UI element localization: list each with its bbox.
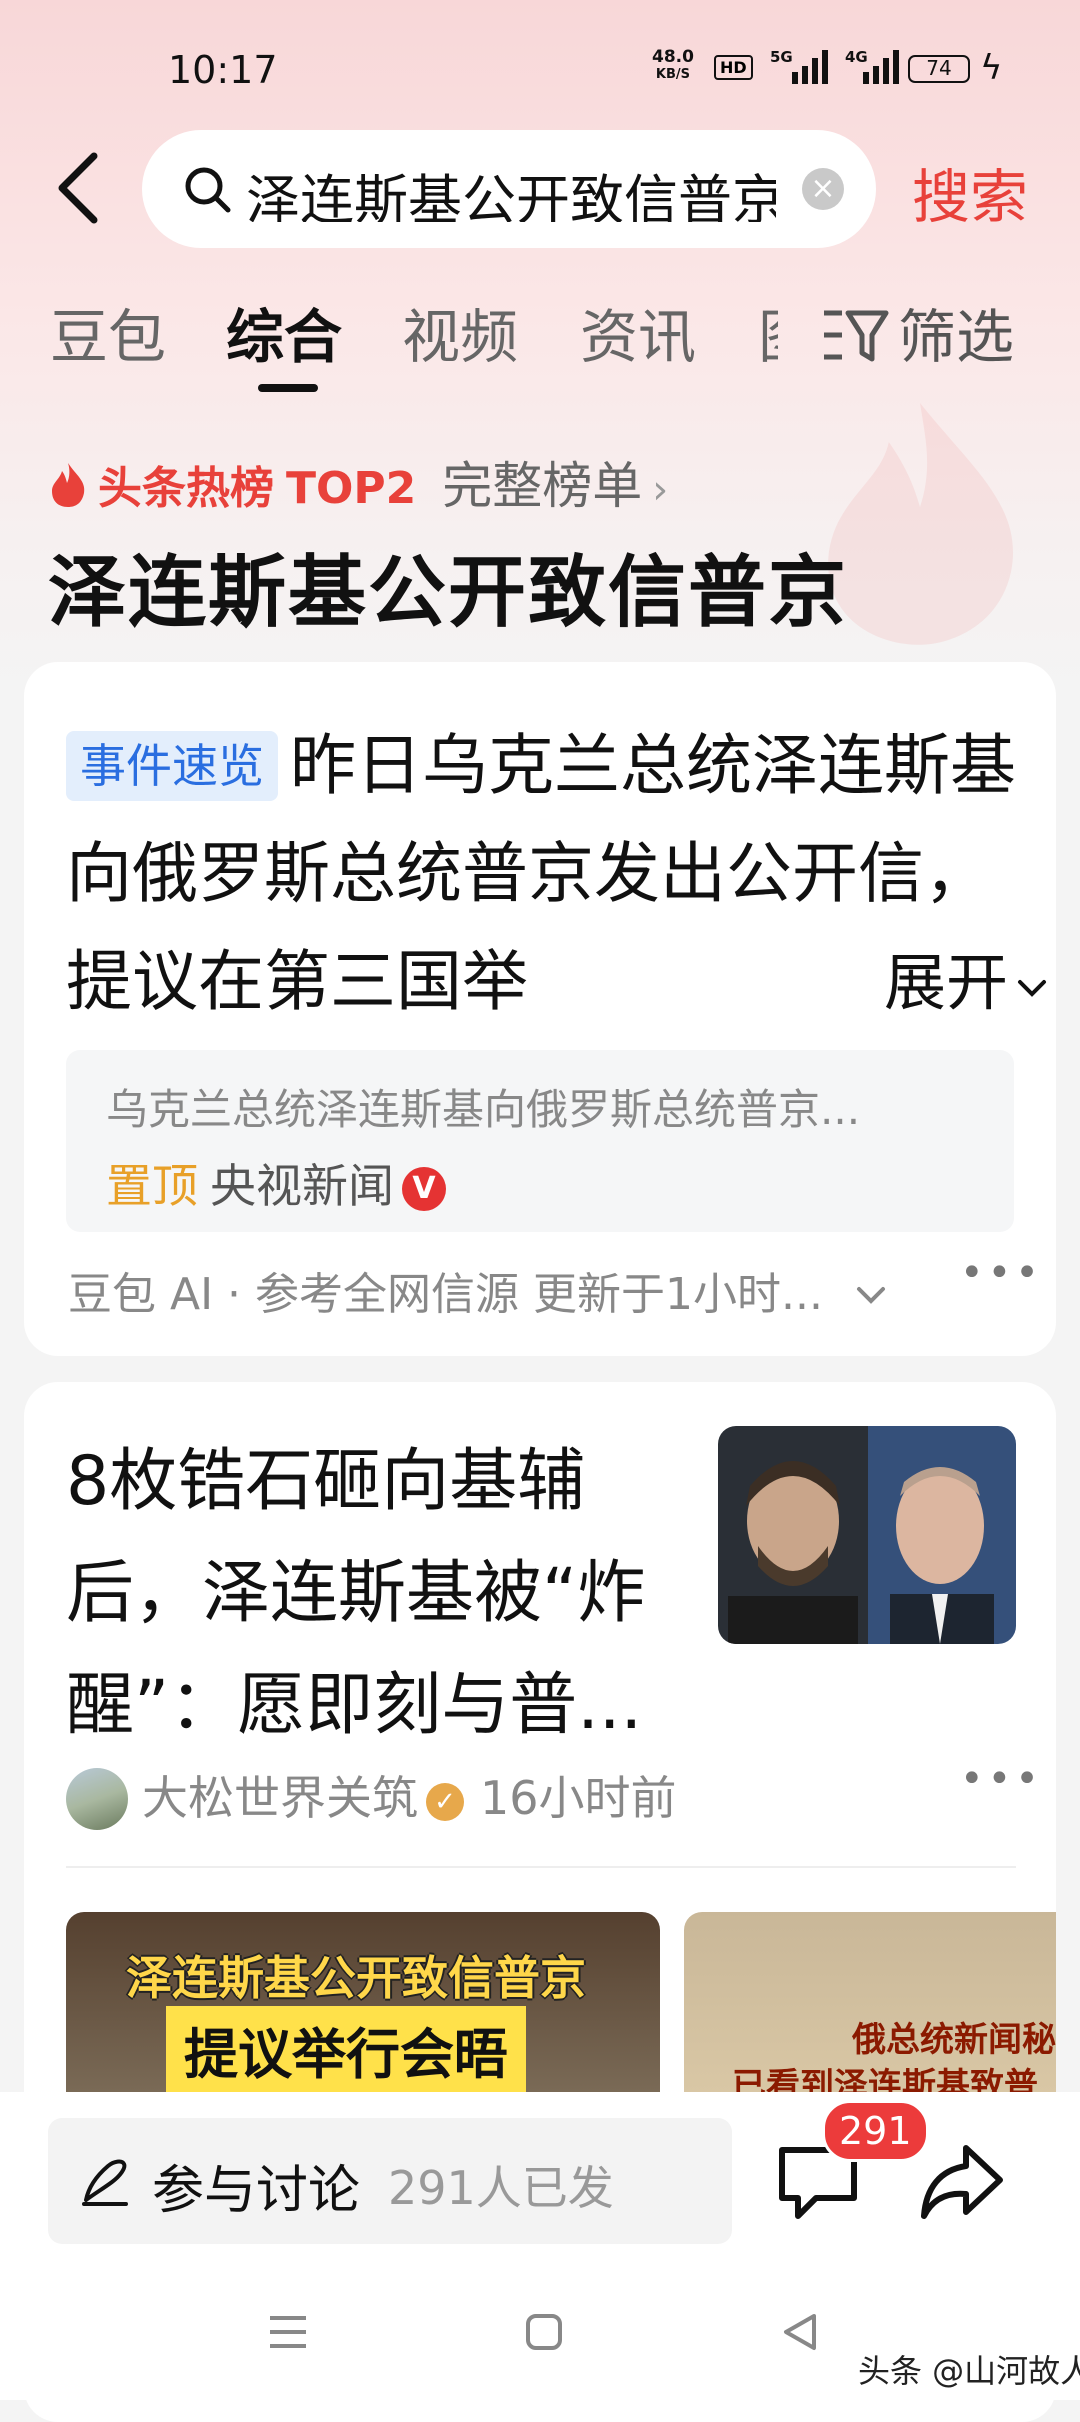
battery-level: 74: [926, 56, 952, 80]
network-rate: 48.0 KB/S: [652, 48, 694, 84]
pinned-label: 置顶: [106, 1159, 198, 1213]
discuss-label: 参与讨论: [152, 2161, 361, 2221]
search-button[interactable]: 搜索: [912, 150, 1028, 234]
hot-rank: TOP2: [286, 463, 417, 514]
more-icon[interactable]: •••: [960, 1756, 1043, 1802]
comment-count-badge: 291: [822, 2100, 929, 2162]
expand-button[interactable]: 展开: [814, 932, 1051, 1022]
ai-footer: 豆包 AI · 参考全网信源 更新于1小时...: [68, 1258, 889, 1322]
author-name[interactable]: 大松世界关筑: [142, 1771, 418, 1825]
filter-button[interactable]: 筛选: [820, 290, 1014, 374]
verified-icon: V: [402, 1167, 446, 1211]
publish-time: 16小时前: [480, 1771, 677, 1825]
home-nav-icon[interactable]: [522, 2310, 566, 2354]
menu-nav-icon[interactable]: [266, 2310, 310, 2354]
topic-title: 泽连斯基公开致信普京: [48, 548, 849, 638]
active-tab-indicator: [258, 384, 318, 392]
search-query-text[interactable]: 泽连斯基公开致信普京: [246, 156, 776, 222]
author-avatar[interactable]: [66, 1768, 128, 1830]
network-rate-value: 48.0: [652, 47, 694, 67]
chevron-down-icon: [1018, 980, 1047, 997]
status-time: 10:17: [168, 48, 278, 92]
hd-voice-icon: HD: [714, 55, 753, 80]
watermark: 头条 @山河故人: [858, 2352, 1080, 2390]
tab-doubao[interactable]: 豆包: [50, 290, 166, 374]
result-tabs: 豆包 综合 视频 资讯 图 筛选: [0, 290, 1080, 400]
tab-video[interactable]: 视频: [402, 290, 518, 374]
battery-icon: 74: [908, 55, 970, 83]
event-badge: 事件速览: [66, 731, 278, 801]
full-list-link[interactable]: 完整榜单: [442, 457, 642, 515]
article-title[interactable]: 8枚锆石砸向基辅后，泽连斯基被“炸醒”：愿即刻与普...: [66, 1426, 676, 1762]
tab-news[interactable]: 资讯: [580, 290, 696, 374]
filter-icon: [824, 310, 889, 362]
tab-all[interactable]: 综合: [226, 290, 342, 374]
search-icon: [185, 167, 231, 213]
clear-search-icon[interactable]: ×: [802, 168, 844, 210]
join-discussion-button[interactable]: 参与讨论 291人已发: [48, 2118, 732, 2244]
video2-headline: 俄总统新闻秘: [852, 2020, 1056, 2060]
charging-icon: ϟ: [980, 48, 1003, 88]
quote-text: 乌克兰总统泽连斯基向俄罗斯总统普京...: [106, 1085, 861, 1134]
chevron-right-icon: ›: [652, 467, 669, 513]
tab-images[interactable]: 图: [758, 290, 778, 374]
divider: [66, 1866, 1016, 1868]
share-icon[interactable]: [916, 2136, 1008, 2226]
back-nav-icon[interactable]: [778, 2310, 822, 2354]
hot-list-label: 头条热榜: [98, 463, 274, 514]
expand-label: 展开: [884, 946, 1009, 1019]
source-name[interactable]: 央视新闻: [210, 1159, 394, 1213]
network-rate-unit: KB/S: [655, 67, 691, 82]
search-input[interactable]: 泽连斯基公开致信普京 ×: [142, 130, 876, 248]
video1-headline: 泽连斯基公开致信普京: [126, 1951, 586, 2005]
more-icon[interactable]: •••: [960, 1250, 1043, 1296]
discuss-count: 291人已发: [388, 2161, 614, 2215]
pen-icon: [82, 2159, 128, 2206]
article-author-row: 大松世界关筑 ✓ 16小时前: [66, 1762, 677, 1830]
back-arrow-icon[interactable]: [50, 148, 110, 228]
quote-meta: 置顶 央视新闻 V: [106, 1150, 446, 1216]
hot-list-header[interactable]: 头条热榜 TOP2 完整榜单 ›: [48, 446, 668, 518]
ai-footer-text: 豆包 AI · 参考全网信源 更新于1小时...: [68, 1269, 823, 1320]
status-bar: 10:17 48.0 KB/S HD 5G 4G 74 ϟ: [0, 0, 1080, 130]
event-summary-card[interactable]: 事件速览 昨日乌克兰总统泽连斯基向俄罗斯总统普京发出公开信，提议在第三国举 展开 …: [24, 662, 1056, 1356]
source-quote[interactable]: 乌克兰总统泽连斯基向俄罗斯总统普京... 置顶 央视新闻 V: [66, 1050, 1014, 1232]
chevron-down-icon[interactable]: [853, 1283, 889, 1309]
verified-creator-icon: ✓: [426, 1783, 464, 1821]
flame-icon: [52, 463, 85, 507]
video1-subheadline: 提议举行会晤: [166, 2006, 526, 2093]
filter-label: 筛选: [898, 303, 1015, 371]
article-thumbnail[interactable]: [718, 1426, 1016, 1644]
